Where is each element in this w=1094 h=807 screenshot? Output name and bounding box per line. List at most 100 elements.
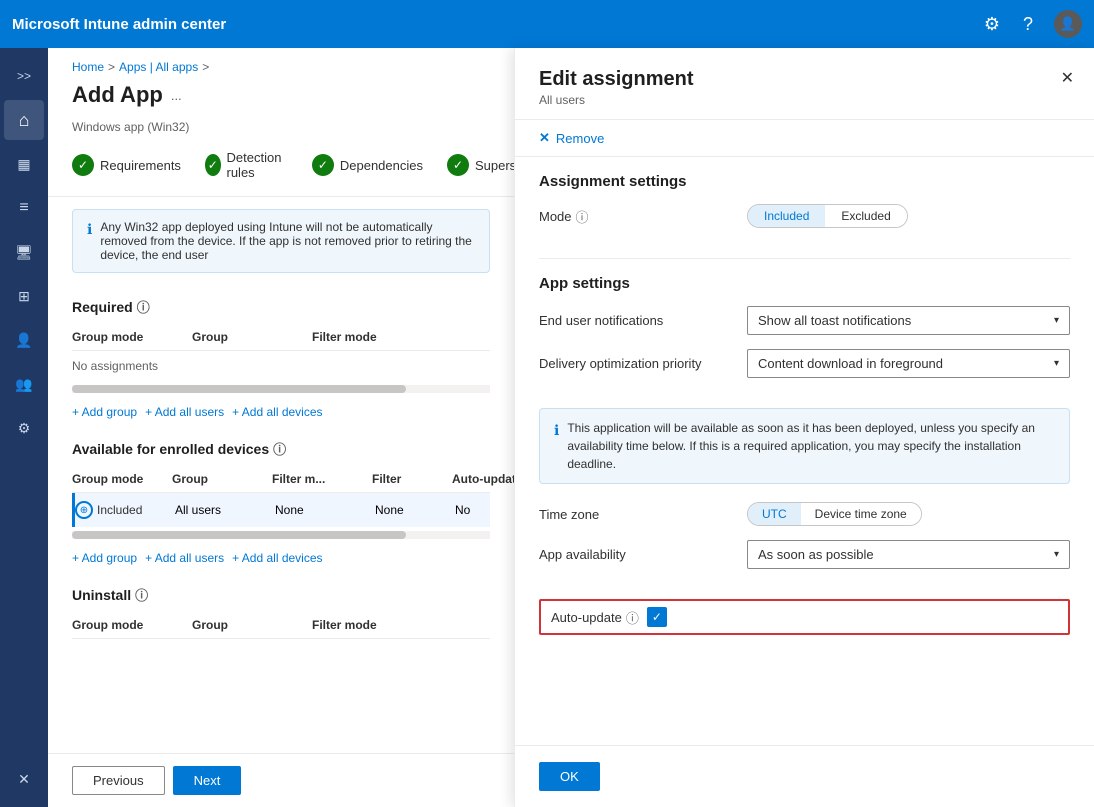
end-user-notifications-row: End user notifications Show all toast no…	[539, 306, 1070, 335]
bottom-bar: Previous Next	[48, 753, 514, 807]
delivery-opt-chevron: ▾	[1054, 358, 1059, 369]
page-header: Add App ...	[48, 78, 514, 120]
row-group-mode: Included	[97, 503, 142, 517]
time-zone-row: Time zone UTC Device time zone	[539, 502, 1070, 526]
breadcrumb-apps[interactable]: Apps | All apps	[119, 60, 198, 74]
help-icon[interactable]: ?	[1018, 14, 1038, 34]
end-user-notifications-label: End user notifications	[539, 313, 739, 328]
step-supersedence: ✓ Supersedence	[447, 154, 514, 176]
step-detection-icon: ✓	[205, 154, 221, 176]
available-add-links: + Add group + Add all users + Add all de…	[72, 543, 490, 573]
step-dependencies-label: Dependencies	[340, 158, 423, 173]
uninstall-table-header: Group mode Group Filter mode	[72, 612, 490, 639]
step-supersedence-icon: ✓	[447, 154, 469, 176]
sidebar-expand[interactable]: >>	[4, 56, 44, 96]
timezone-toggle: UTC Device time zone	[747, 502, 922, 526]
remove-row[interactable]: ✕ Remove	[515, 120, 1094, 157]
remove-icon: ✕	[539, 130, 550, 146]
wizard-steps: ✓ Requirements ✓ Detection rules ✓ Depen…	[48, 134, 514, 197]
edit-assignment-panel: Edit assignment All users ✕ ✕ Remove Ass…	[514, 48, 1094, 807]
tz-utc-button[interactable]: UTC	[748, 503, 801, 525]
sidebar-item-groups[interactable]: 👥	[4, 364, 44, 404]
topbar-title: Microsoft Intune admin center	[12, 16, 974, 33]
available-scrollbar[interactable]	[72, 531, 490, 539]
app-settings-section: App settings End user notifications Show…	[515, 259, 1094, 408]
app-availability-value: As soon as possible	[758, 547, 874, 562]
end-user-notifications-chevron: ▾	[1054, 315, 1059, 326]
uninstall-section: Uninstall ⓘ Group mode Group Filter mode	[48, 573, 514, 639]
no-assignments: No assignments	[72, 351, 490, 381]
page-more[interactable]: ...	[171, 88, 182, 103]
step-dependencies: ✓ Dependencies	[312, 154, 423, 176]
row-filter: None	[375, 503, 455, 517]
available-table-row[interactable]: ⊕ Included All users None None No	[72, 493, 490, 527]
delivery-opt-row: Delivery optimization priority Content d…	[539, 349, 1070, 378]
app-availability-label: App availability	[539, 547, 739, 562]
panel-footer: OK	[515, 745, 1094, 807]
uninstall-section-title: Uninstall ⓘ	[72, 585, 490, 604]
assignment-settings-section: Assignment settings Mode ⓘ Included Excl…	[515, 157, 1094, 258]
step-detection: ✓ Detection rules	[205, 150, 288, 180]
next-button[interactable]: Next	[173, 766, 242, 795]
auto-update-row: Auto-update ⓘ ✓	[539, 599, 1070, 635]
remove-label: Remove	[556, 131, 604, 146]
auto-update-checkbox[interactable]: ✓	[647, 607, 667, 627]
app-availability-dropdown[interactable]: As soon as possible ▾	[747, 540, 1070, 569]
sidebar: >> ⌂ ▦ ≡ 🖥 ⊞ 👤 👥 ⚙ ✕	[0, 48, 48, 807]
auto-update-label: Auto-update ⓘ	[551, 608, 639, 627]
sidebar-item-reports[interactable]: ≡	[4, 188, 44, 228]
uninstall-info-icon[interactable]: ⓘ	[135, 585, 148, 604]
panel-close-button[interactable]: ✕	[1057, 64, 1078, 92]
required-info-icon[interactable]: ⓘ	[137, 297, 150, 316]
assignment-settings-title: Assignment settings	[539, 173, 1070, 190]
step-supersedence-label: Supersedence	[475, 158, 514, 173]
previous-button[interactable]: Previous	[72, 766, 165, 795]
sidebar-item-home[interactable]: ⌂	[4, 100, 44, 140]
panel-info-icon: ℹ	[554, 420, 559, 473]
breadcrumb-home[interactable]: Home	[72, 60, 104, 74]
breadcrumb-sep2: >	[202, 60, 209, 74]
mode-excluded-button[interactable]: Excluded	[825, 205, 906, 227]
info-banner-text: Any Win32 app deployed using Intune will…	[100, 220, 475, 262]
sidebar-item-dashboard[interactable]: ▦	[4, 144, 44, 184]
app-availability-row: App availability As soon as possible ▾	[539, 540, 1070, 569]
required-scrollbar[interactable]	[72, 385, 490, 393]
required-add-all-users[interactable]: + Add all users	[145, 405, 224, 419]
panel-info-banner: ℹ This application will be available as …	[539, 408, 1070, 484]
end-user-notifications-value: Show all toast notifications	[758, 313, 911, 328]
required-add-links: + Add group + Add all users + Add all de…	[72, 397, 490, 427]
available-info-icon[interactable]: ⓘ	[273, 439, 286, 458]
tz-device-button[interactable]: Device time zone	[801, 503, 921, 525]
available-add-all-users[interactable]: + Add all users	[145, 551, 224, 565]
required-add-all-devices[interactable]: + Add all devices	[232, 405, 322, 419]
page-subtitle: Windows app (Win32)	[48, 120, 514, 134]
time-zone-label: Time zone	[539, 507, 739, 522]
required-add-group[interactable]: + Add group	[72, 405, 137, 419]
step-requirements: ✓ Requirements	[72, 154, 181, 176]
mode-label: Mode ⓘ	[539, 207, 739, 226]
ok-button[interactable]: OK	[539, 762, 600, 791]
sidebar-item-settings[interactable]: ⚙	[4, 408, 44, 448]
sidebar-item-devices[interactable]: 🖥	[4, 232, 44, 272]
auto-update-info-icon[interactable]: ⓘ	[626, 608, 639, 627]
available-add-group[interactable]: + Add group	[72, 551, 137, 565]
delivery-opt-dropdown[interactable]: Content download in foreground ▾	[747, 349, 1070, 378]
row-autoupdate: No	[455, 503, 514, 517]
profile-avatar[interactable]: 👤	[1054, 10, 1082, 38]
mode-included-button[interactable]: Included	[748, 205, 825, 227]
sidebar-item-users[interactable]: 👤	[4, 320, 44, 360]
settings-icon[interactable]: ⚙	[982, 14, 1002, 34]
available-table-header: Group mode Group Filter m... Filter Auto…	[72, 466, 490, 493]
sidebar-item-apps[interactable]: ⊞	[4, 276, 44, 316]
included-circle-icon: ⊕	[75, 501, 93, 519]
mode-toggle-group: Included Excluded	[747, 204, 908, 228]
available-add-all-devices[interactable]: + Add all devices	[232, 551, 322, 565]
app-availability-chevron: ▾	[1054, 549, 1059, 560]
breadcrumb: Home > Apps | All apps >	[48, 48, 514, 78]
required-table-header: Group mode Group Filter mode	[72, 324, 490, 351]
sidebar-item-tools[interactable]: ✕	[4, 759, 44, 799]
end-user-notifications-dropdown[interactable]: Show all toast notifications ▾	[747, 306, 1070, 335]
mode-info-icon[interactable]: ⓘ	[576, 207, 589, 226]
app-settings-title: App settings	[539, 275, 1070, 292]
step-dependencies-icon: ✓	[312, 154, 334, 176]
